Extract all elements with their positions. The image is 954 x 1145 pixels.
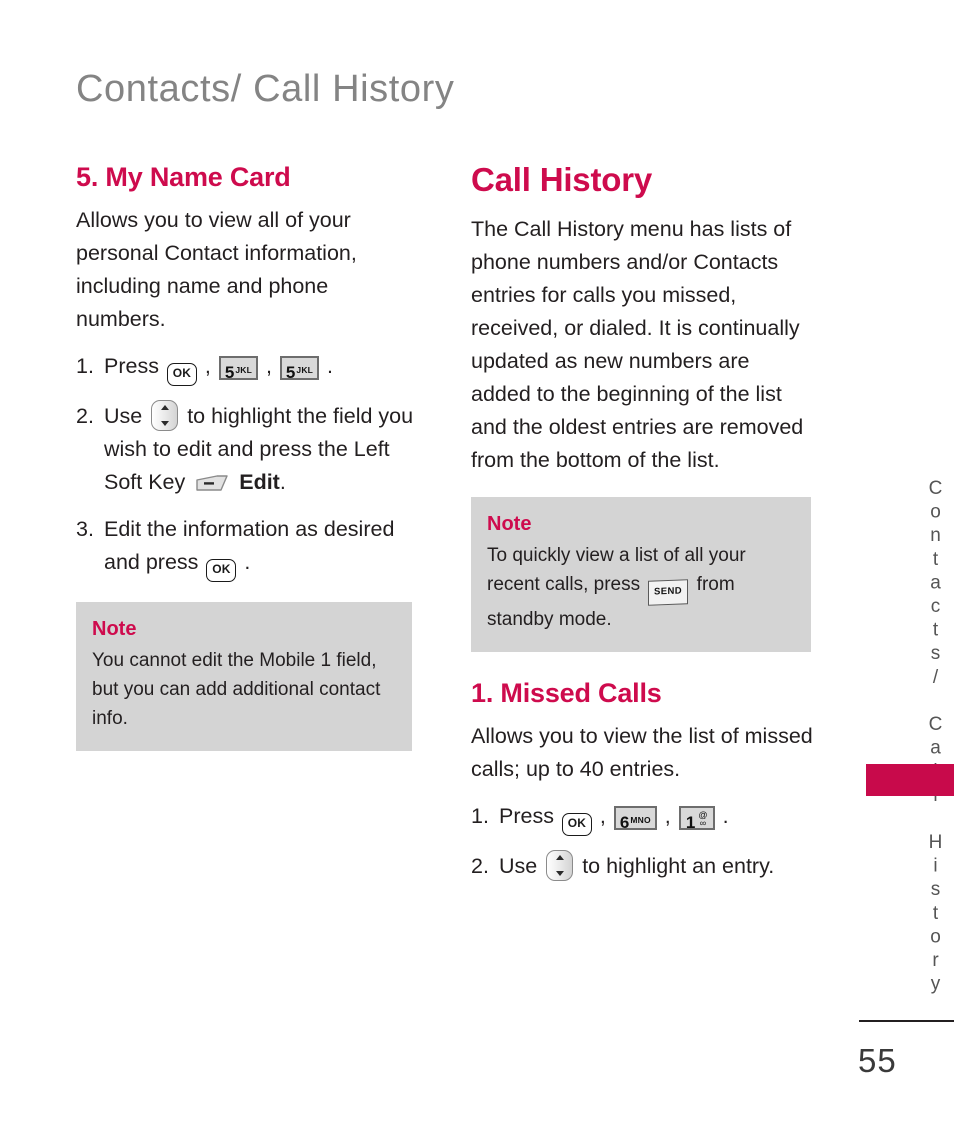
step-item: 1. Press OK , 6MNO , 1 @ ∞ . xyxy=(471,800,813,837)
step-item: 1. Press OK , 5JKL , 5JKL . xyxy=(76,350,420,387)
section-heading-missed-calls: 1. Missed Calls xyxy=(471,677,662,708)
step-item: 2. Use to highlight an entry. xyxy=(471,850,813,883)
step-text: , xyxy=(260,354,278,379)
edge-tab-label: Contacts/ Call History xyxy=(925,478,946,998)
right-column: Call History The Call History menu has l… xyxy=(471,161,813,897)
step-number: 2. xyxy=(471,854,489,879)
step-text: Press xyxy=(104,354,165,379)
keypad-key-digit: 6 xyxy=(619,813,630,833)
note-body-text: You cannot edit the Mobile 1 field, but … xyxy=(92,650,381,730)
section-heading-my-name-card: 5. My Name Card xyxy=(76,162,291,192)
note-box-my-name-card: Note You cannot edit the Mobile 1 field,… xyxy=(76,602,412,752)
step-text: , xyxy=(593,804,612,829)
step-text: Press xyxy=(499,804,560,829)
folio-rule xyxy=(859,1020,954,1022)
missed-calls-steps: 1. Press OK , 6MNO , 1 @ ∞ . 2. Use to highli… xyxy=(471,800,813,883)
keypad-key-letters: JKL xyxy=(296,365,314,376)
keypad-key-6-icon: 6MNO xyxy=(613,806,657,833)
page-number: 55 xyxy=(858,1042,897,1079)
step-emphasis-text: Edit xyxy=(233,470,280,495)
missed-calls-intro-paragraph: Allows you to view the list of missed ca… xyxy=(471,724,813,782)
step-item: 2. Use to highlight the field you wish to… xyxy=(76,400,420,499)
my-name-card-steps: 1. Press OK , 5JKL , 5JKL . 2. Use to highl… xyxy=(76,350,420,583)
keypad-key-letters: JKL xyxy=(235,365,252,376)
my-name-card-intro-paragraph: Allows you to view all of your personal … xyxy=(76,208,357,332)
note-title: Note xyxy=(92,618,137,641)
step-text: . xyxy=(716,804,729,829)
step-text: , xyxy=(198,354,217,379)
triangle-down-icon xyxy=(160,421,169,427)
keypad-key-5-icon: 5JKL xyxy=(218,356,258,383)
keypad-key-digit: 5 xyxy=(285,363,296,383)
triangle-down-icon xyxy=(555,871,564,877)
step-number: 1. xyxy=(76,354,94,379)
keypad-key-letters: MNO xyxy=(630,815,651,826)
step-text: . xyxy=(279,470,286,495)
triangle-up-icon xyxy=(160,405,169,411)
keypad-key-1-icon: 1 @ ∞ xyxy=(678,806,715,833)
triangle-up-icon xyxy=(555,855,564,861)
step-text: Use xyxy=(499,854,544,879)
ok-key-icon: OK xyxy=(166,363,197,387)
left-column: 5. My Name Card Allows you to view all o… xyxy=(76,162,420,752)
note-body-text: To quickly view a list of all your recen… xyxy=(487,541,795,634)
step-item: 3. Edit the information as desired and pr… xyxy=(76,513,420,583)
left-soft-key-icon xyxy=(195,473,229,491)
step-text: Use xyxy=(104,404,149,429)
keypad-key-5-icon: 5JKL xyxy=(279,356,320,383)
step-text: . xyxy=(238,550,251,575)
step-number: 2. xyxy=(76,404,94,429)
keypad-key-voicemail-symbol: @ ∞ xyxy=(698,810,708,829)
section-heading-call-history: Call History xyxy=(471,161,652,198)
step-number: 3. xyxy=(76,517,94,542)
navigation-up-down-key-icon xyxy=(546,850,574,882)
ok-key-icon: OK xyxy=(206,559,237,583)
note-title: Note xyxy=(487,512,532,535)
step-text: to highlight an entry. xyxy=(576,854,775,879)
step-text: , xyxy=(658,804,677,829)
step-text: . xyxy=(321,354,334,379)
running-head: Contacts/ Call History xyxy=(76,68,455,110)
navigation-up-down-key-icon xyxy=(151,400,179,432)
step-number: 1. xyxy=(471,804,489,829)
note-box-call-history: Note To quickly view a list of all your … xyxy=(471,496,811,652)
keypad-key-digit: 1 xyxy=(685,813,696,833)
ok-key-icon: OK xyxy=(561,813,592,837)
send-key-icon: SEND xyxy=(648,579,689,606)
edge-tab-color-block xyxy=(866,764,954,796)
call-history-intro-paragraph: The Call History menu has lists of phone… xyxy=(471,216,804,472)
keypad-key-digit: 5 xyxy=(224,363,235,383)
